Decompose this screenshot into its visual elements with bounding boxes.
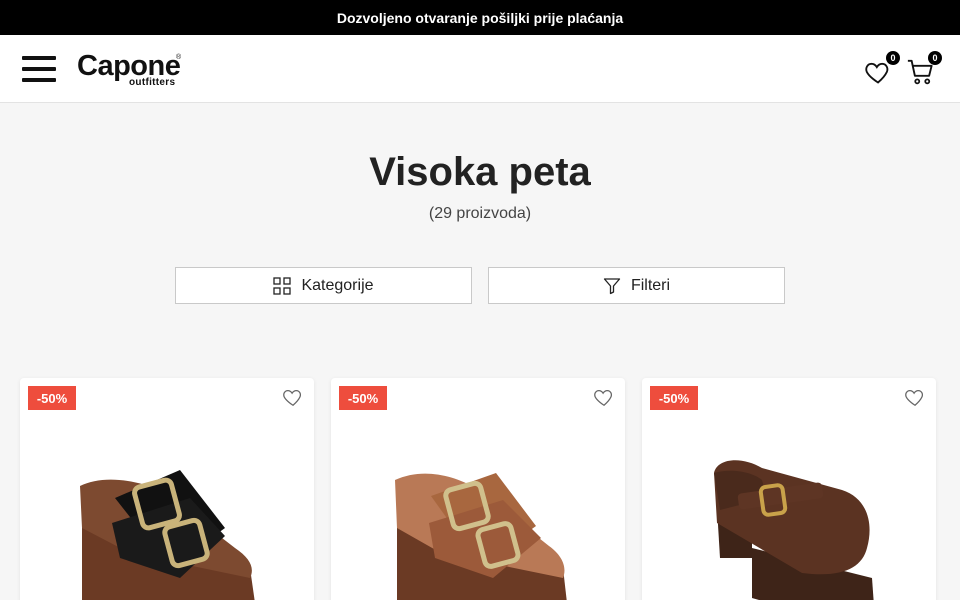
heart-icon[interactable] bbox=[282, 386, 304, 408]
product-card[interactable]: -50% bbox=[642, 378, 936, 600]
heart-icon[interactable] bbox=[593, 386, 615, 408]
site-header: Capone ® outfitters 0 0 bbox=[0, 35, 960, 103]
product-image[interactable] bbox=[642, 428, 936, 600]
logo-sub-text: outfitters bbox=[129, 77, 176, 88]
wishlist-button[interactable]: 0 bbox=[864, 51, 900, 87]
grid-icon bbox=[273, 276, 292, 295]
filters-label: Filteri bbox=[630, 276, 671, 294]
discount-badge: -50% bbox=[28, 386, 76, 410]
discount-badge: -50% bbox=[339, 386, 387, 410]
product-card[interactable]: -50% bbox=[331, 378, 625, 600]
product-count: (29 proizvoda) bbox=[428, 205, 532, 222]
filter-icon bbox=[603, 277, 621, 294]
announcement-text: Dozvoljeno otvaranje pošiljki prije plać… bbox=[336, 9, 624, 26]
categories-label: Kategorije bbox=[301, 276, 374, 294]
heart-icon[interactable] bbox=[904, 386, 926, 408]
announcement-bar: Dozvoljeno otvaranje pošiljki prije plać… bbox=[0, 0, 960, 35]
logo[interactable]: Capone ® outfitters bbox=[77, 51, 187, 89]
cart-count-badge: 0 bbox=[928, 51, 942, 65]
page-title: Visoka peta bbox=[369, 150, 591, 194]
discount-badge: -50% bbox=[650, 386, 698, 410]
menu-icon[interactable] bbox=[22, 56, 56, 82]
categories-button[interactable]: Kategorije bbox=[175, 267, 472, 304]
product-card[interactable]: -50% bbox=[20, 378, 314, 600]
product-image[interactable] bbox=[331, 428, 625, 600]
logo-registered-mark: ® bbox=[176, 54, 182, 61]
product-image[interactable] bbox=[20, 428, 314, 600]
filters-button[interactable]: Filteri bbox=[488, 267, 785, 304]
cart-button[interactable]: 0 bbox=[906, 51, 942, 87]
wishlist-count-badge: 0 bbox=[886, 51, 900, 65]
